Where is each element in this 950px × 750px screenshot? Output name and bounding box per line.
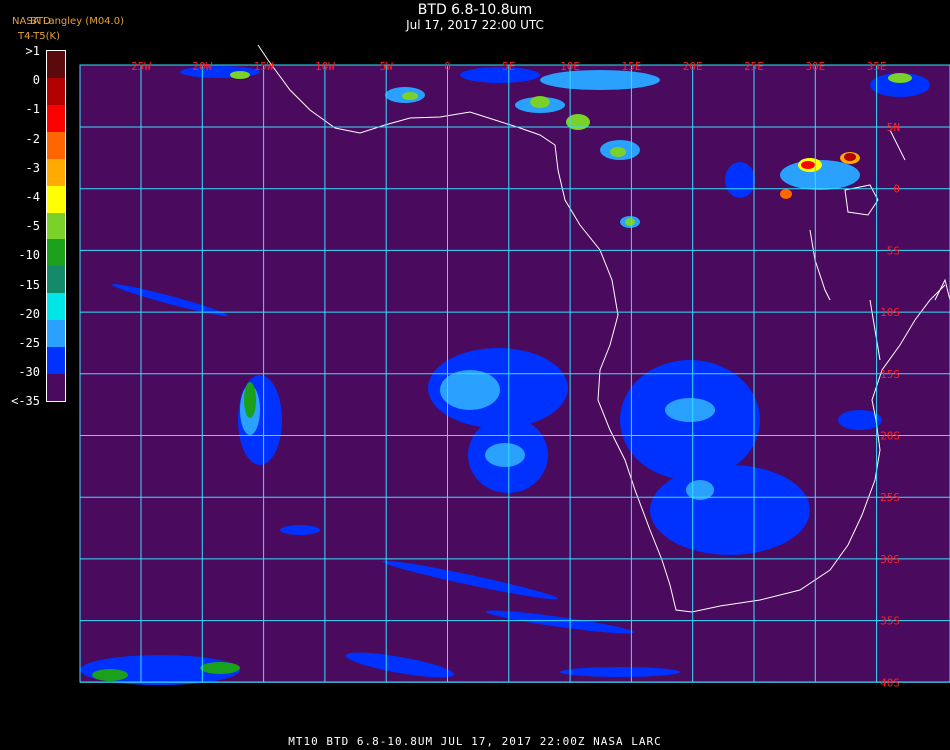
latitude-label: 30S: [880, 553, 900, 566]
colorbar-label: 0: [32, 73, 40, 88]
latitude-label: 0: [893, 183, 900, 196]
cloud-core-atlantic: [440, 370, 500, 410]
latitude-label: 15S: [880, 368, 900, 381]
longitude-label: 5W: [380, 60, 394, 73]
colorbar-label: -5: [25, 219, 40, 234]
colorbar-label: -15: [18, 277, 40, 292]
colorbar-label: -4: [25, 190, 40, 204]
longitude-label: 20E: [683, 60, 703, 73]
latitude-label: 35S: [880, 615, 900, 628]
latitude-label: 5N: [887, 121, 900, 134]
longitude-label: 5E: [502, 60, 515, 73]
cloud-core-atlantic-south: [485, 443, 525, 467]
latitude-label: 40S: [880, 676, 900, 689]
convection-green-2: [530, 96, 550, 108]
convection-green-7: [888, 73, 912, 83]
cloud-patch-e-atl: [280, 525, 320, 535]
longitude-label: 20W: [192, 60, 212, 73]
convection-green-6: [230, 71, 250, 79]
colorbar-label: -20: [18, 306, 40, 321]
latitude-label: 5S: [887, 244, 900, 257]
itcz-band-4: [540, 70, 660, 90]
longitude-label: 25E: [744, 60, 764, 73]
longitude-label: 15E: [621, 60, 641, 73]
convection-green-4: [625, 218, 635, 226]
colorbar-label: -3: [25, 160, 40, 175]
longitude-label: 10W: [315, 60, 335, 73]
footer-caption: MT10 BTD 6.8-10.8UM JUL 17, 2017 22:00Z …: [288, 735, 662, 748]
colorbar-label: <-35: [11, 394, 40, 409]
cloud-band-atlantic-4: [560, 667, 680, 677]
colorbar-label: -2: [25, 131, 40, 146]
convection-red-2: [844, 153, 856, 161]
longitude-label: 30E: [805, 60, 825, 73]
colorbar-label: -10: [18, 248, 40, 263]
green-patch-sw: [92, 669, 128, 681]
colorbar-label: -1: [25, 102, 40, 117]
convection-red-3: [780, 189, 792, 199]
longitude-label: 10E: [560, 60, 580, 73]
colorbar-label: -30: [18, 365, 40, 380]
colorbar-label: -25: [18, 336, 40, 350]
convection-green-5: [402, 92, 418, 100]
convection-green-3: [610, 147, 626, 157]
longitude-label: 0: [444, 60, 451, 73]
cloud-mass-south-africa: [650, 465, 810, 555]
cloud-band-east: [838, 410, 882, 430]
green-patch-west: [244, 382, 256, 418]
itcz-band-6: [725, 162, 755, 198]
convection-red-1: [801, 161, 815, 169]
longitude-label: 35E: [867, 60, 887, 73]
satellite-map: 25W 20W 15W 10W 5W 0 5E 10E 15E 20E 25E 30E 35E 5N 0 5S…: [79, 44, 950, 689]
cloud-core-namibia-2: [665, 398, 715, 422]
colorbar-label: >1: [25, 44, 40, 58]
latitude-label: 10S: [880, 306, 900, 319]
latitude-label: 20S: [880, 430, 900, 443]
longitude-label: 15W: [254, 60, 274, 73]
longitude-label: 25W: [131, 60, 151, 73]
latitude-label: 25S: [880, 491, 900, 504]
itcz-band-3: [460, 67, 540, 83]
green-patch-sw-2: [200, 662, 240, 674]
